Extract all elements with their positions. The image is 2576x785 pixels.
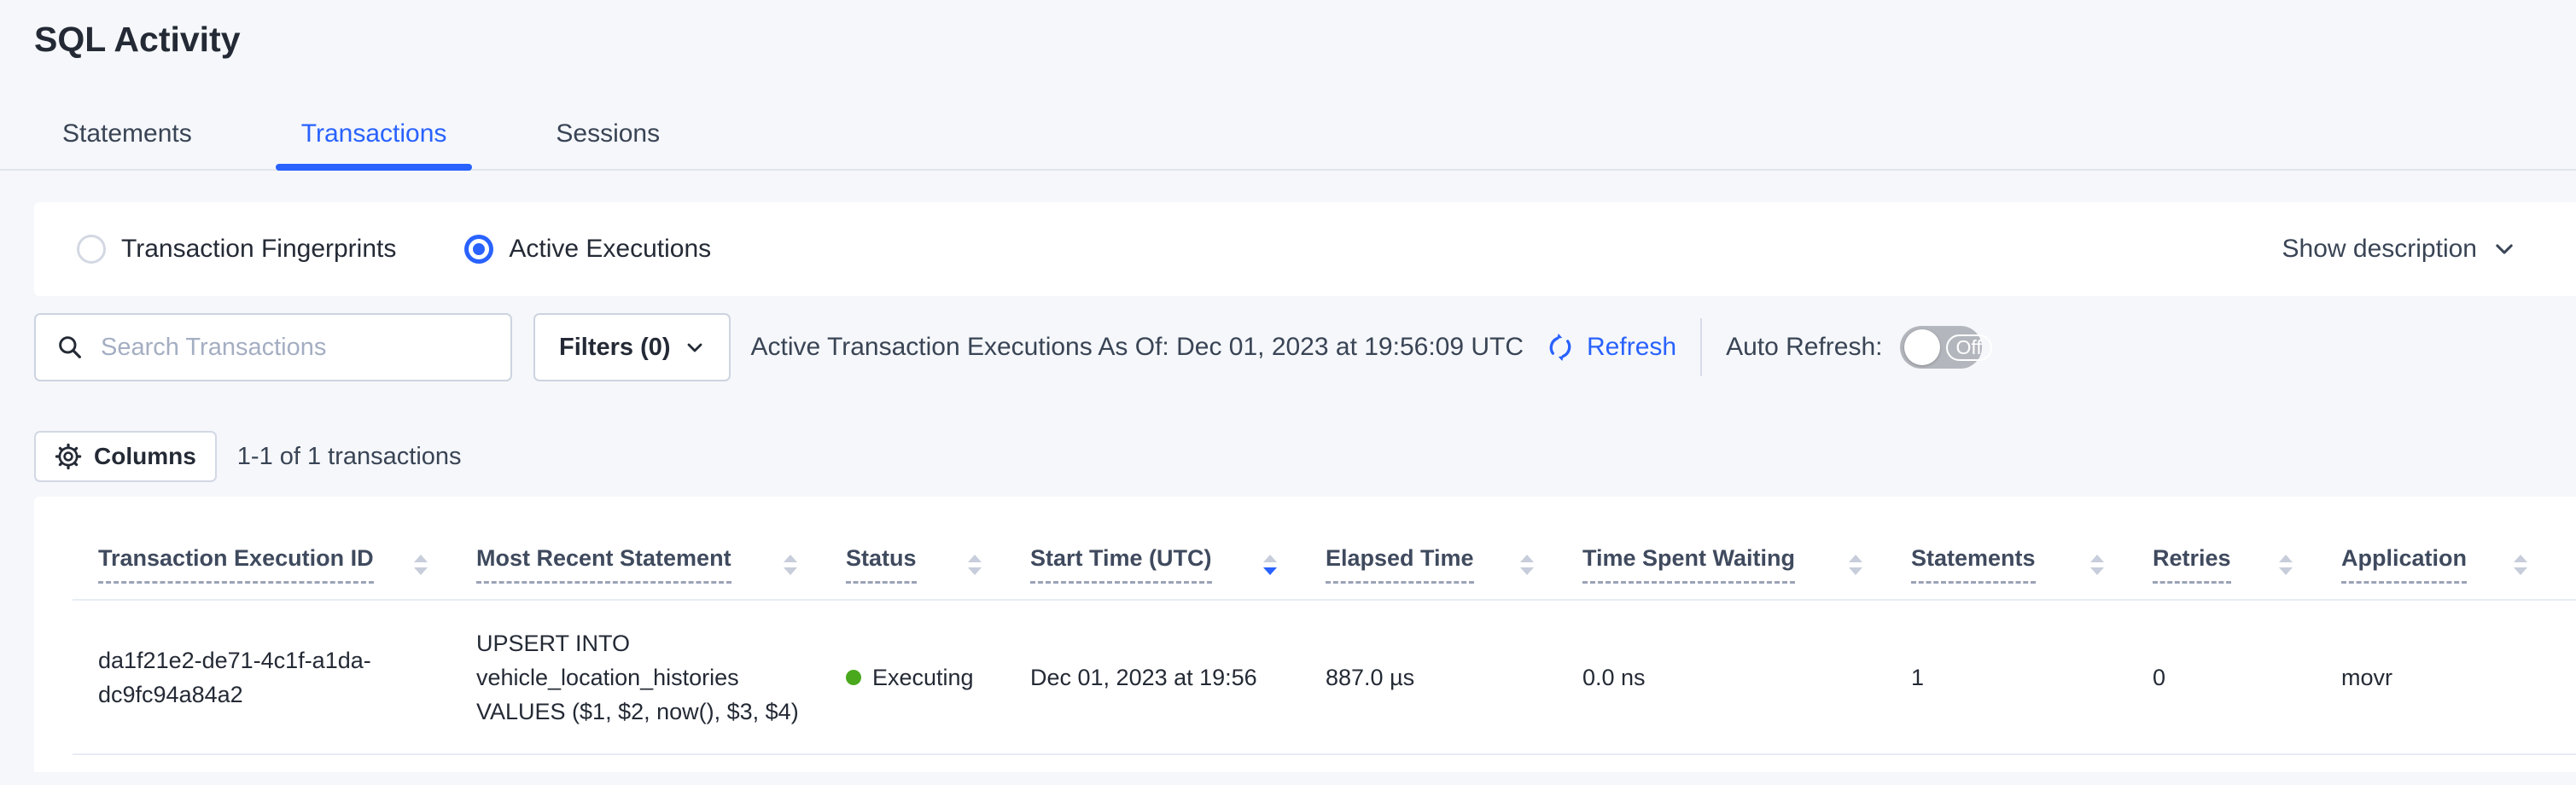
auto-refresh-group: Auto Refresh: Off [1726,326,1981,369]
cell-most-recent-statement: UPSERT INTO vehicle_location_histories V… [476,626,846,729]
refresh-button[interactable]: Refresh [1544,331,1676,363]
radio-unselected-icon [77,235,106,264]
tab-bar: Statements Transactions Sessions [0,90,2576,171]
radio-selected-icon [464,235,493,264]
transactions-table: Transaction Execution ID Most Recent Sta… [34,497,2576,772]
cell-statements: 1 [1911,660,2153,695]
cell-retries: 0 [2153,660,2341,695]
filters-button[interactable]: Filters (0) [533,313,731,381]
search-input[interactable] [99,333,495,363]
sort-icon [2089,553,2106,577]
header-most-recent-statement[interactable]: Most Recent Statement [476,545,846,599]
radio-active-executions[interactable]: Active Executions [464,235,711,264]
header-statements[interactable]: Statements [1911,545,2153,599]
cell-application: movr [2341,660,2576,695]
status-executing-dot-icon [846,670,861,685]
sort-icon [966,553,983,577]
controls-row: Filters (0) Active Transaction Execution… [34,313,2576,381]
gear-icon [55,443,82,470]
page-title: SQL Activity [0,0,2576,58]
table-header-row: Transaction Execution ID Most Recent Sta… [73,497,2576,601]
radio-transaction-fingerprints[interactable]: Transaction Fingerprints [77,235,396,264]
cell-time-spent-waiting: 0.0 ns [1582,660,1911,695]
view-mode-panel: Transaction Fingerprints Active Executio… [34,202,2576,296]
tab-sessions[interactable]: Sessions [556,90,660,169]
refresh-icon [1544,331,1576,363]
toggle-state-label: Off [1946,334,1992,361]
header-status[interactable]: Status [846,545,1030,599]
header-retries[interactable]: Retries [2153,545,2341,599]
cell-transaction-execution-id: da1f21e2-de71-4c1f-a1da-dc9fc94a84a2 [73,643,427,712]
refresh-label: Refresh [1587,333,1676,362]
search-box[interactable] [34,313,512,381]
header-elapsed-time[interactable]: Elapsed Time [1326,545,1582,599]
tab-transactions[interactable]: Transactions [301,90,447,169]
show-description-toggle[interactable]: Show description [2282,235,2516,264]
chevron-down-icon [685,337,705,358]
results-count: 1-1 of 1 transactions [237,443,462,471]
auto-refresh-toggle[interactable]: Off [1900,326,1982,369]
cell-start-time: Dec 01, 2023 at 19:56 [1030,660,1326,695]
sort-icon [412,553,429,577]
sort-icon [782,553,799,577]
sort-icon [2277,553,2294,577]
cell-elapsed-time: 887.0 µs [1326,660,1582,695]
auto-refresh-label: Auto Refresh: [1726,333,1882,362]
tab-statements[interactable]: Statements [62,90,192,169]
toggle-knob-icon [1904,329,1940,365]
vertical-divider [1700,318,1702,376]
table-toolbar: Columns 1-1 of 1 transactions [34,431,2576,482]
header-time-spent-waiting[interactable]: Time Spent Waiting [1582,545,1911,599]
chevron-down-icon [2492,237,2516,261]
show-description-label: Show description [2282,235,2477,264]
cell-status: Executing [846,660,1030,695]
as-of-timestamp: Active Transaction Executions As Of: Dec… [751,333,1524,362]
header-start-time[interactable]: Start Time (UTC) [1030,545,1326,599]
radio-label: Active Executions [509,235,711,264]
status-label: Executing [872,660,974,695]
search-icon [56,334,84,361]
columns-label: Columns [94,443,196,470]
filters-label: Filters (0) [559,334,671,362]
sort-icon [2512,553,2529,577]
header-application[interactable]: Application [2341,545,2576,599]
table-row[interactable]: da1f21e2-de71-4c1f-a1da-dc9fc94a84a2 UPS… [73,601,2576,755]
sort-icon [1518,553,1536,577]
columns-button[interactable]: Columns [34,431,217,482]
sort-icon [1847,553,1864,577]
sort-desc-icon [1262,553,1279,577]
radio-label: Transaction Fingerprints [121,235,396,264]
header-transaction-execution-id[interactable]: Transaction Execution ID [73,545,476,599]
